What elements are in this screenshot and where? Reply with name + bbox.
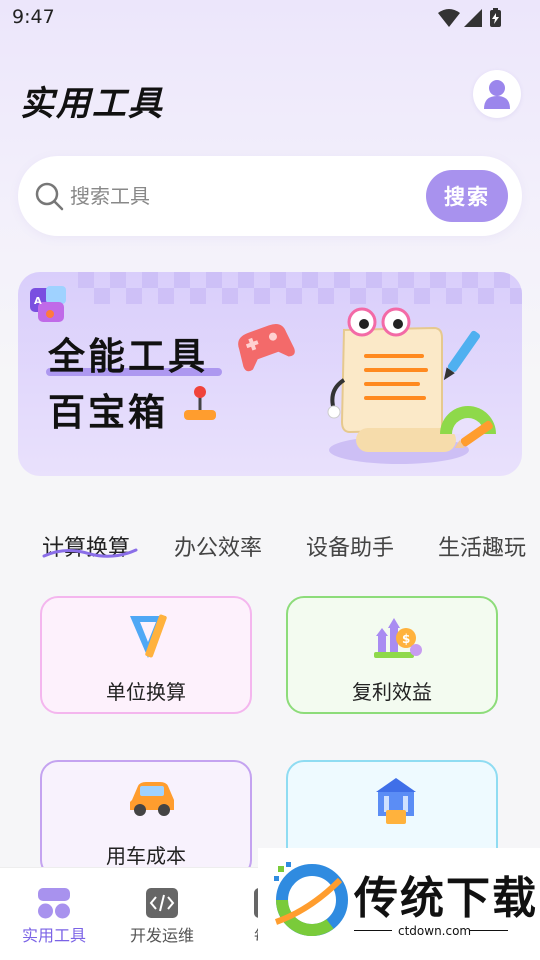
tab-life[interactable]: 生活趣玩 — [438, 530, 526, 562]
ruler-triangle-icon — [130, 614, 167, 658]
category-tabs: 计算换算 办公效率 设备助手 生活趣玩 — [0, 520, 540, 570]
status-time: 9:47 — [12, 6, 55, 28]
signal-icon — [464, 9, 482, 27]
active-tab-indicator — [42, 548, 138, 558]
bank-icon — [376, 778, 416, 824]
nav-label: 实用工具 — [21, 926, 86, 945]
divider — [354, 930, 392, 931]
search-icon — [35, 182, 64, 211]
banner-title-line2: 百宝箱 — [48, 391, 168, 434]
banner-title-line1: 全能工具 — [48, 335, 208, 378]
divider — [470, 930, 508, 931]
tool-label: 复利效益 — [352, 680, 432, 704]
search-button[interactable]: 搜索 — [426, 170, 508, 222]
tool-label: 用车成本 — [106, 844, 186, 868]
promo-banner[interactable]: A 全能工具 百宝箱 — [18, 272, 522, 476]
wifi-icon — [438, 9, 460, 27]
tool-card-unit-conversion[interactable]: 单位换算 — [40, 596, 252, 714]
tab-office[interactable]: 办公效率 — [174, 530, 262, 562]
code-icon — [146, 888, 178, 918]
coin-growth-icon: $ — [374, 618, 422, 658]
watermark-text: 传统下载 — [354, 873, 538, 924]
watermark-url: ctdown.com — [398, 924, 472, 938]
tool-card-compound-interest[interactable]: $ 复利效益 — [286, 596, 498, 714]
search-bar: 搜索 — [18, 156, 522, 236]
search-input[interactable] — [70, 178, 370, 214]
nav-devops[interactable]: 开发运维 — [112, 886, 212, 956]
apps-icon — [38, 888, 70, 919]
protractor-icon — [440, 406, 496, 448]
svg-text:A: A — [34, 296, 42, 307]
tool-card-car-cost[interactable]: 用车成本 — [40, 760, 252, 878]
nav-tools[interactable]: 实用工具 — [4, 886, 104, 956]
gamepad-icon — [238, 323, 295, 372]
tool-label: 单位换算 — [106, 680, 186, 704]
joystick-icon — [184, 386, 216, 420]
nav-label: 开发运维 — [129, 926, 194, 945]
watermark: 传统下载 ctdown.com — [258, 848, 540, 960]
status-bar: 9:47 — [0, 0, 540, 36]
watermark-logo — [274, 862, 348, 936]
translate-icon: A — [30, 286, 66, 322]
svg-text:$: $ — [402, 632, 410, 646]
user-icon — [484, 80, 510, 109]
tab-device[interactable]: 设备助手 — [306, 530, 394, 562]
car-icon — [130, 782, 174, 816]
avatar[interactable] — [473, 70, 521, 118]
battery-charging-icon — [490, 8, 501, 27]
status-icons — [438, 8, 501, 27]
page-title: 实用工具 — [20, 84, 164, 124]
